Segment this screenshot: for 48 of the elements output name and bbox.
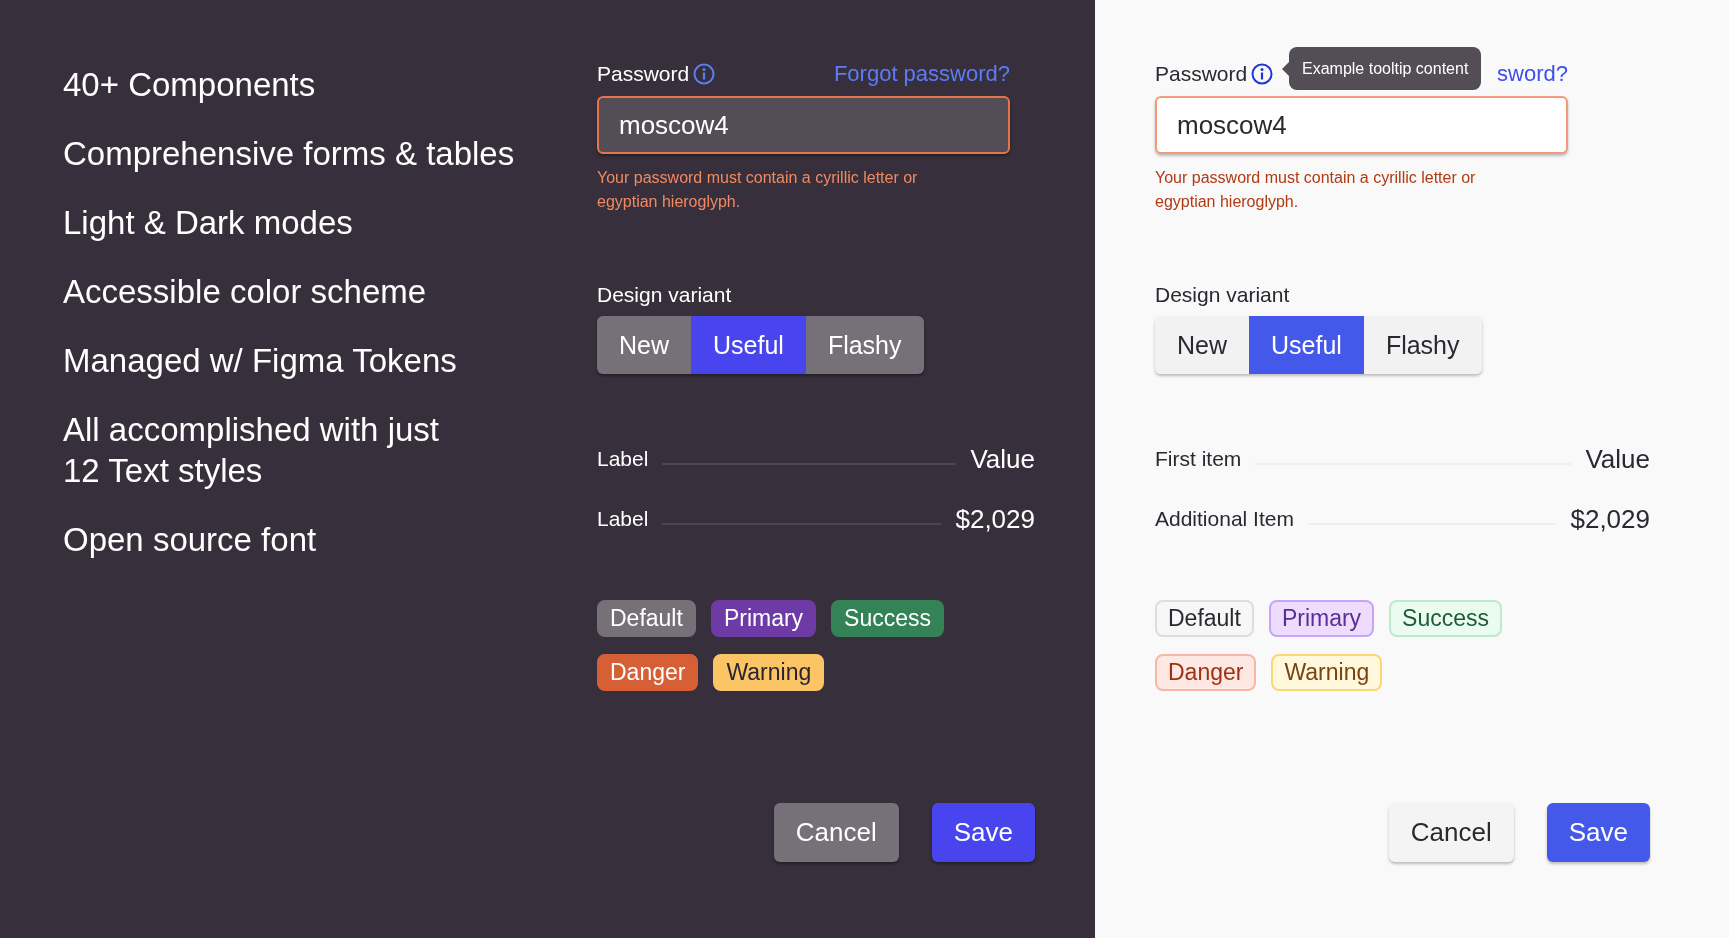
password-field[interactable]: moscow4 <box>597 96 1010 154</box>
detail-label: First item <box>1155 447 1242 471</box>
detail-label: Label <box>597 447 649 471</box>
tag: Default <box>1155 600 1254 637</box>
forgot-password-link[interactable]: Forgot password? <box>833 61 1010 87</box>
detail-value: $2,029 <box>1570 503 1650 535</box>
cancel-button[interactable]: Cancel <box>1388 803 1514 862</box>
detail-label: Additional Item <box>1155 507 1294 531</box>
segment-button[interactable]: New <box>597 316 691 374</box>
feature-text: Accessible color scheme <box>63 272 428 312</box>
tag: Default <box>597 600 696 637</box>
detail-value: Value <box>970 443 1035 475</box>
feature-text: Open source font <box>63 520 318 560</box>
feature-text: Comprehensive forms & tables <box>63 134 516 174</box>
detail-value: $2,029 <box>955 503 1035 535</box>
segment-button[interactable]: Flashy <box>1363 316 1482 374</box>
segment-button[interactable]: Useful <box>1249 316 1364 374</box>
tag: Danger <box>1155 654 1257 691</box>
tag: Warning <box>713 654 825 691</box>
tag: Success <box>831 600 945 637</box>
segment-button[interactable]: Useful <box>691 316 806 374</box>
segment-button[interactable]: New <box>1155 316 1249 374</box>
tag: Danger <box>597 654 699 691</box>
field-label: Password <box>1155 62 1248 86</box>
detail-value: Value <box>1585 443 1650 475</box>
save-button[interactable]: Save <box>931 803 1035 862</box>
password-field[interactable]: moscow4 <box>1155 96 1568 154</box>
field-label: Password <box>597 62 690 86</box>
feature-text: All accomplished with just 12 Text styles <box>63 410 440 491</box>
feature-text: Managed w/ Figma Tokens <box>63 341 458 381</box>
tag: Success <box>1389 600 1503 637</box>
segment-button[interactable]: Flashy <box>805 316 924 374</box>
feature-text: Light & Dark modes <box>63 203 354 243</box>
error-message: Your password must contain a cyrillic letter or egyptian hieroglyph. <box>1155 168 1477 212</box>
tooltip: Example tooltip content <box>1282 47 1482 90</box>
field-label: Design variant <box>597 282 733 308</box>
error-message: Your password must contain a cyrillic letter or egyptian hieroglyph. <box>597 168 919 212</box>
tag: Primary <box>1268 600 1375 637</box>
info-icon[interactable] <box>1251 63 1274 85</box>
save-button[interactable]: Save <box>1546 803 1650 862</box>
feature-text: 40+ Components <box>63 65 317 105</box>
forgot-password-link[interactable]: sword? <box>1497 61 1568 87</box>
field-label: Design variant <box>1155 282 1291 308</box>
info-icon[interactable] <box>693 63 716 85</box>
tag: Warning <box>1271 654 1383 691</box>
cancel-button[interactable]: Cancel <box>773 803 899 862</box>
detail-label: Label <box>597 507 649 531</box>
tag: Primary <box>710 600 817 637</box>
